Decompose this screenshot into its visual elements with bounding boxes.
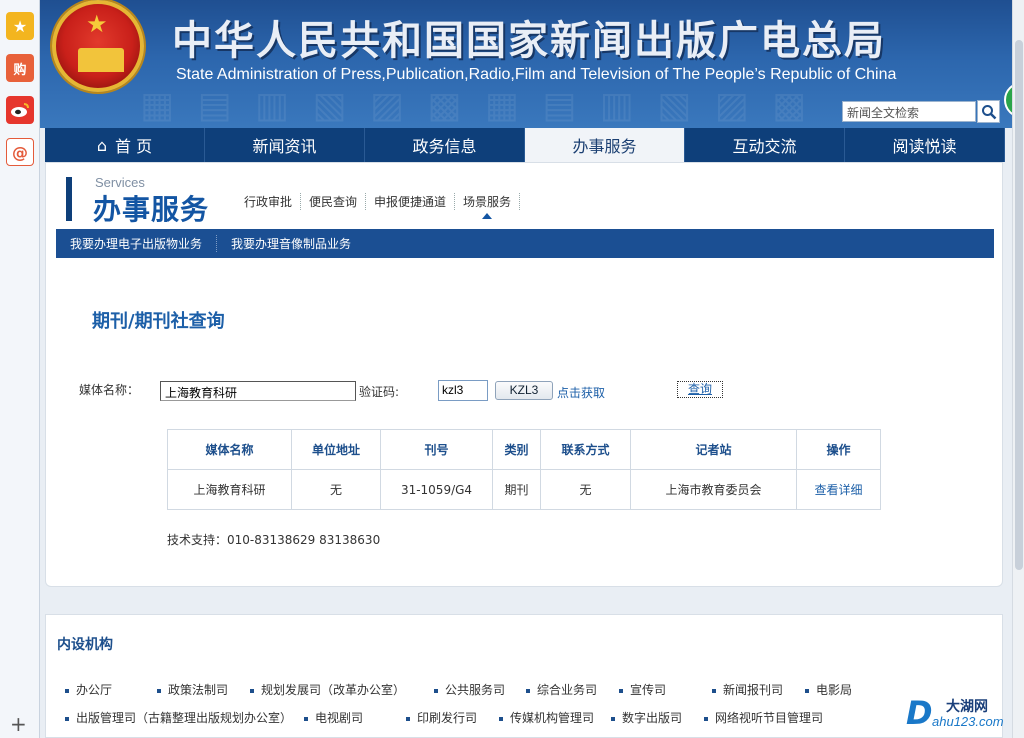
subbar-electronic-publications[interactable]: 我要办理电子出版物业务	[56, 235, 218, 252]
subnav-admin-approval[interactable]: 行政审批	[236, 193, 302, 210]
table-cell: 31-1059/G4	[380, 469, 493, 510]
department-link[interactable]: 数字出版司	[611, 709, 682, 726]
media-name-label: 媒体名称：	[79, 383, 140, 397]
content-panel: Services 办事服务 行政审批 便民查询 申报便捷通道 场景服务 我要办理…	[45, 162, 1003, 587]
scrollbar-thumb[interactable]	[1015, 40, 1023, 570]
watermark-url: ahu123.com	[932, 714, 1004, 729]
nav-home-label: 首 页	[115, 137, 153, 156]
site-title-english: State Administration of Press,Publicatio…	[176, 66, 897, 83]
section-bracket-icon	[66, 177, 72, 221]
column-header: 联系方式	[540, 429, 631, 470]
department-link[interactable]: 规划发展司（改革办公室）	[250, 681, 405, 698]
subnav-scenario-services[interactable]: 场景服务	[455, 193, 521, 219]
column-header: 类别	[492, 429, 541, 470]
watermark-name: 大湖网	[946, 699, 988, 715]
department-link[interactable]: 宣传司	[619, 681, 666, 698]
nav-home[interactable]: ⌂ 首 页	[45, 128, 205, 162]
table-header-row: 媒体名称 单位地址 刊号 类别 联系方式 记者站 操作	[167, 429, 881, 470]
page-scrollbar[interactable]	[1012, 0, 1024, 738]
departments-panel: 内设机构 办公厅 政策法制司 规划发展司（改革办公室） 公共服务司 综合业务司 …	[45, 614, 1003, 738]
shopping-icon-label: 购	[13, 62, 27, 78]
department-link[interactable]: 传媒机构管理司	[499, 709, 594, 726]
column-header: 操作	[796, 429, 881, 470]
table-cell: 无	[291, 469, 381, 510]
main-nav: ⌂ 首 页 新闻资讯 政务信息 办事服务 互动交流 阅读悦读	[45, 128, 1005, 162]
star-icon[interactable]: ★	[6, 12, 34, 40]
web-page: ▦ ▤ ▥ ▧ ▨ ▩ ▦ ▤ ▥ ▧ ▨ ▩ ★ 中华人民共和国国家新闻出版广…	[40, 0, 1012, 738]
tech-support-text: 技术支持：010-83138629 83138630	[167, 533, 381, 547]
table-cell: 上海教育科研	[167, 469, 292, 510]
browser-sidebar: ★ 购 @ +	[0, 0, 40, 738]
service-subbar: 我要办理电子出版物业务 我要办理音像制品业务	[56, 229, 994, 258]
column-header: 单位地址	[291, 429, 381, 470]
nav-news[interactable]: 新闻资讯	[205, 128, 365, 162]
add-icon[interactable]: +	[10, 712, 27, 736]
department-link[interactable]: 办公厅	[65, 681, 112, 698]
weibo-icon[interactable]	[6, 96, 34, 124]
search-icon[interactable]	[977, 100, 1000, 123]
table-row: 上海教育科研 无 31-1059/G4 期刊 无 上海市教育委员会 查看详细	[167, 469, 881, 510]
subnav-declaration-channel[interactable]: 申报便捷通道	[366, 193, 456, 210]
banner-pattern: ▦ ▤ ▥ ▧ ▨ ▩ ▦ ▤ ▥ ▧ ▨ ▩	[140, 85, 813, 126]
national-emblem-icon: ★	[52, 0, 144, 92]
home-icon: ⌂	[96, 135, 108, 155]
table-cell: 期刊	[492, 469, 541, 510]
shopping-icon[interactable]: 购	[6, 54, 34, 82]
department-link[interactable]: 政策法制司	[157, 681, 228, 698]
subbar-audio-video-products[interactable]: 我要办理音像制品业务	[217, 235, 365, 252]
site-search-input[interactable]: 新闻全文检索	[842, 101, 976, 122]
view-details-link[interactable]: 查看详细	[796, 469, 881, 510]
captcha-image[interactable]: KZL3	[495, 381, 553, 400]
department-link[interactable]: 综合业务司	[526, 681, 597, 698]
table-cell: 上海市教育委员会	[630, 469, 797, 510]
table-cell: 无	[540, 469, 631, 510]
section-title: 办事服务	[93, 193, 210, 226]
department-link[interactable]: 公共服务司	[434, 681, 505, 698]
department-link[interactable]: 印刷发行司	[406, 709, 477, 726]
nav-interaction[interactable]: 互动交流	[685, 128, 845, 162]
mail-icon[interactable]: @	[6, 138, 34, 166]
column-header: 刊号	[380, 429, 493, 470]
departments-title: 内设机构	[57, 637, 113, 653]
site-title: 中华人民共和国国家新闻出版广电总局	[172, 18, 886, 64]
query-button[interactable]: 查询	[677, 381, 723, 398]
captcha-input[interactable]: kzl3	[438, 380, 488, 401]
department-link[interactable]: 出版管理司（古籍整理出版规划办公室）	[65, 709, 292, 726]
captcha-refresh-link[interactable]: 点击获取	[557, 384, 605, 401]
floating-badge[interactable]: 66	[1004, 82, 1012, 118]
column-header: 媒体名称	[167, 429, 292, 470]
column-header: 记者站	[630, 429, 797, 470]
media-name-input[interactable]: 上海教育科研	[160, 381, 356, 401]
watermark-logo: D 大湖网 ahu123.com	[906, 694, 1018, 734]
watermark-letter: D	[906, 694, 933, 732]
page-title: 期刊/期刊社查询	[92, 311, 225, 332]
department-link[interactable]: 新闻报刊司	[712, 681, 783, 698]
nav-services[interactable]: 办事服务	[525, 128, 685, 162]
department-link[interactable]: 电视剧司	[304, 709, 363, 726]
subnav-public-query[interactable]: 便民查询	[301, 193, 367, 210]
captcha-label: 验证码:	[359, 385, 400, 399]
department-link[interactable]: 电影局	[805, 681, 852, 698]
section-subnav: 行政审批 便民查询 申报便捷通道 场景服务	[236, 193, 521, 219]
nav-government-info[interactable]: 政务信息	[365, 128, 525, 162]
department-link[interactable]: 网络视听节目管理司	[704, 709, 823, 726]
nav-reading[interactable]: 阅读悦读	[845, 128, 1005, 162]
site-banner: ▦ ▤ ▥ ▧ ▨ ▩ ▦ ▤ ▥ ▧ ▨ ▩ ★ 中华人民共和国国家新闻出版广…	[40, 0, 1012, 128]
results-table: 媒体名称 单位地址 刊号 类别 联系方式 记者站 操作 上海教育科研 无 31-…	[167, 429, 881, 510]
